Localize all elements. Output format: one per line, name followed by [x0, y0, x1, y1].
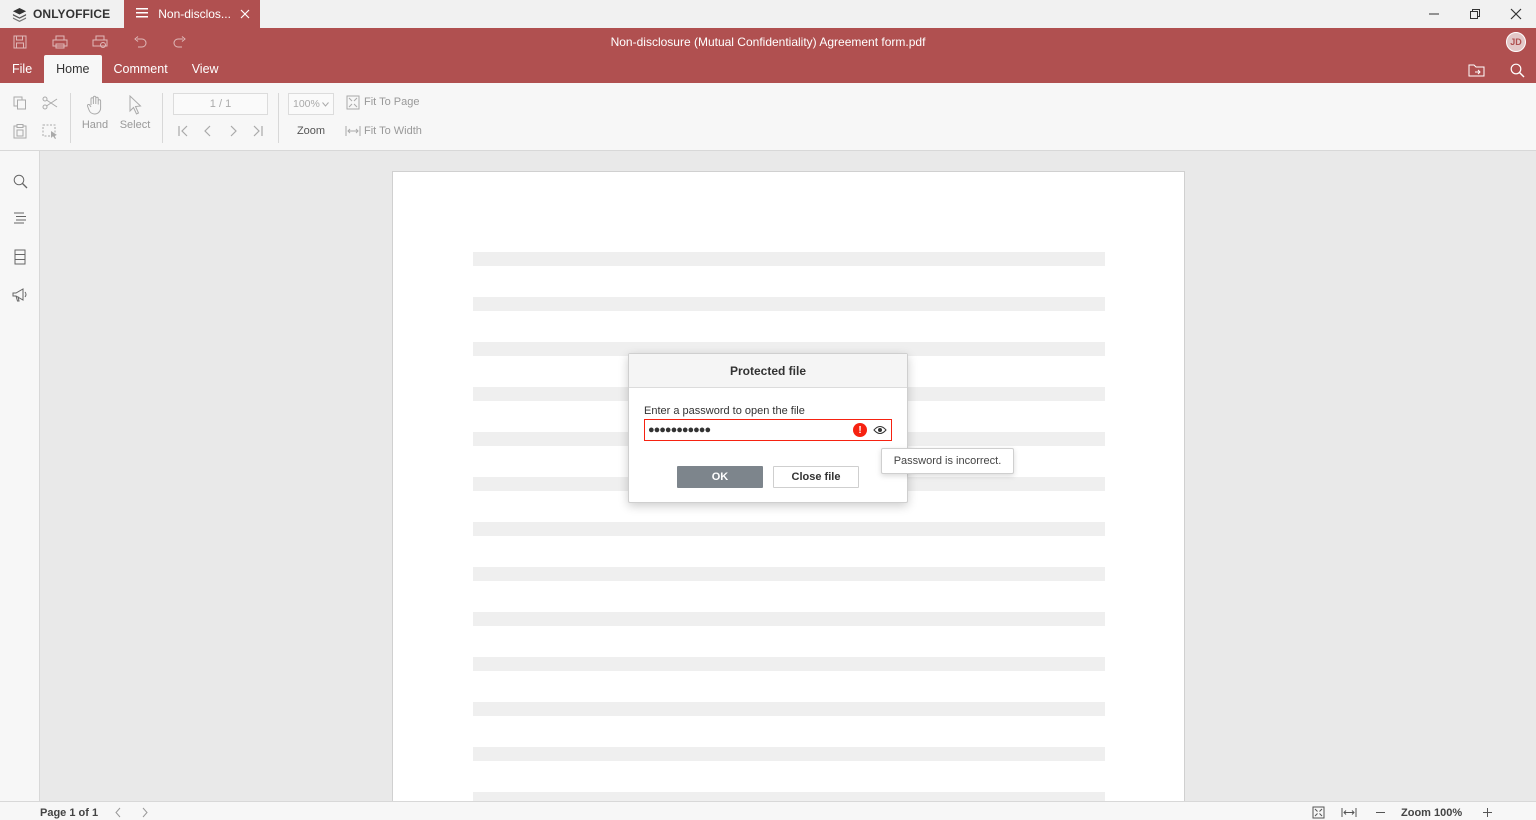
status-next-page-icon[interactable] [138, 805, 152, 819]
cut-icon[interactable] [41, 94, 59, 112]
brand-logo[interactable]: ONLYOFFICE [0, 0, 124, 28]
zoom-select-value: 100% [293, 98, 320, 110]
ok-button[interactable]: OK [677, 466, 763, 488]
restore-button[interactable] [1454, 0, 1495, 28]
placeholder-line [473, 702, 1105, 716]
password-prompt-label: Enter a password to open the file [644, 405, 805, 417]
status-fit-to-width-icon[interactable] [1340, 805, 1358, 819]
zoom-label: Zoom [296, 125, 326, 137]
restore-icon [1469, 9, 1480, 19]
close-tab-icon[interactable] [240, 7, 250, 21]
close-window-button[interactable] [1495, 0, 1536, 28]
placeholder-line [473, 252, 1105, 266]
separator [70, 93, 71, 143]
page-status: Page 1 of 1 [40, 807, 99, 819]
first-page-icon[interactable] [175, 123, 191, 139]
select-tool-label[interactable]: Select [116, 118, 154, 132]
chevron-down-icon [321, 98, 329, 110]
app-header: Non-disclosure (Mutual Confidentiality) … [0, 28, 1536, 83]
headings-icon[interactable] [10, 208, 30, 228]
open-file-location-icon[interactable] [1468, 61, 1486, 79]
zoom-status: Zoom 100% [1401, 807, 1463, 819]
placeholder-line [473, 297, 1105, 311]
tab-file[interactable]: File [0, 55, 44, 83]
onlyoffice-logo-icon [12, 7, 27, 22]
minimize-button[interactable] [1413, 0, 1454, 28]
zoom-out-icon[interactable] [1373, 805, 1387, 819]
zoom-in-icon[interactable] [1480, 805, 1494, 819]
document-tab-label: Non-disclos... [158, 7, 231, 21]
placeholder-line [473, 747, 1105, 761]
placeholder-line [473, 792, 1105, 801]
status-fit-to-page-icon[interactable] [1310, 805, 1326, 819]
tab-home[interactable]: Home [44, 55, 102, 83]
separator [162, 93, 163, 143]
page-number-input[interactable]: 1 / 1 [173, 93, 268, 115]
hand-tool-label[interactable]: Hand [78, 118, 112, 132]
status-previous-page-icon[interactable] [111, 805, 125, 819]
paste-icon[interactable] [11, 122, 29, 140]
page-thumbnails-icon[interactable] [10, 247, 30, 267]
zoom-select[interactable]: 100% [288, 93, 334, 115]
next-page-icon[interactable] [225, 123, 241, 139]
password-error-tooltip: Password is incorrect. [881, 448, 1014, 474]
hamburger-icon [136, 7, 149, 21]
brand-name: ONLYOFFICE [33, 7, 111, 21]
minimize-icon [1428, 13, 1439, 15]
title-bar: ONLYOFFICE Non-disclos... [0, 0, 1536, 28]
protected-file-dialog: Protected file Enter a password to open … [628, 353, 908, 503]
tab-comment[interactable]: Comment [102, 55, 180, 83]
status-bar: Page 1 of 1 Zoom 100% [0, 801, 1536, 820]
previous-page-icon[interactable] [200, 123, 216, 139]
last-page-icon[interactable] [250, 123, 266, 139]
fit-to-page-icon[interactable] [345, 94, 361, 110]
error-icon: ! [853, 423, 867, 437]
close-file-button[interactable]: Close file [773, 466, 859, 488]
hand-icon[interactable] [82, 94, 108, 116]
close-icon [1510, 8, 1521, 20]
search-icon[interactable] [1508, 61, 1526, 79]
placeholder-line [473, 522, 1105, 536]
fit-to-page-button[interactable]: Fit To Page [364, 95, 428, 109]
fit-to-width-icon[interactable] [344, 123, 362, 139]
tab-view[interactable]: View [180, 55, 231, 83]
password-input-value[interactable]: ●●●●●●●●●●● [648, 424, 853, 436]
placeholder-line [473, 567, 1105, 581]
placeholder-line [473, 657, 1105, 671]
separator [278, 93, 279, 143]
dialog-title: Protected file [629, 354, 907, 388]
copy-icon[interactable] [11, 94, 29, 112]
feedback-megaphone-icon[interactable] [10, 285, 30, 305]
select-cursor-icon[interactable] [122, 94, 148, 116]
document-title: Non-disclosure (Mutual Confidentiality) … [610, 35, 926, 49]
user-avatar[interactable]: JD [1506, 32, 1526, 52]
fit-to-width-button[interactable]: Fit To Width [364, 124, 434, 138]
password-field[interactable]: ●●●●●●●●●●● ! [644, 419, 892, 441]
document-tab[interactable]: Non-disclos... [124, 0, 261, 28]
toolbar: Hand Select 1 / 1 100% Zoom Fit To Page … [0, 83, 1536, 151]
left-sidebar [0, 151, 40, 801]
select-all-icon[interactable] [41, 122, 59, 140]
placeholder-line [473, 612, 1105, 626]
search-icon[interactable] [10, 171, 30, 191]
show-password-icon[interactable] [872, 422, 888, 438]
